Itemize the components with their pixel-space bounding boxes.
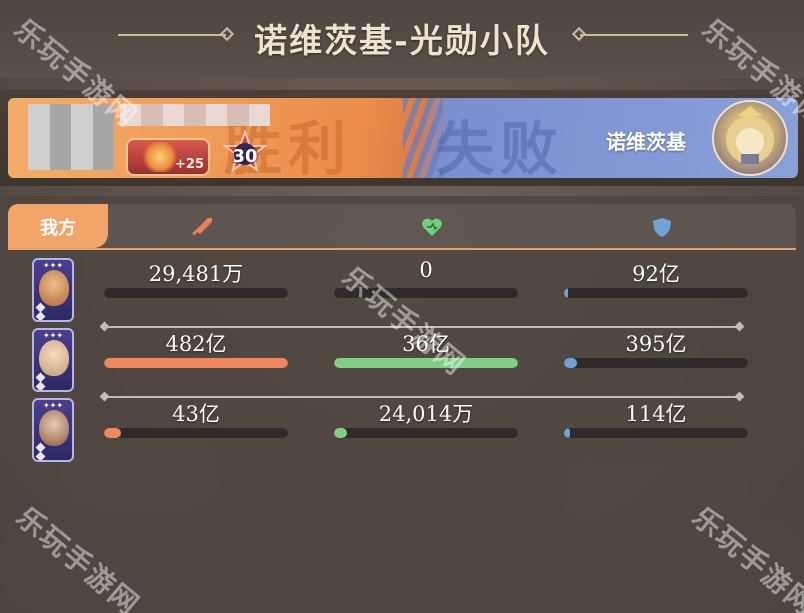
hero-card[interactable]: ✦✦✦ — [32, 258, 74, 322]
title-bar: 诺维茨基-光勋小队 — [0, 0, 804, 78]
tab-my-team-label: 我方 — [40, 218, 76, 239]
hero-portrait — [39, 340, 69, 376]
damage-value: 482亿 — [165, 332, 227, 356]
weapon-level: +25 — [175, 157, 204, 172]
page-title: 诺维茨基-光勋小队 — [254, 21, 550, 60]
lion-portrait-icon — [726, 106, 774, 164]
heal-bar — [334, 428, 518, 438]
hero-row: ✦✦✦ 43亿 24,014万 114亿 — [0, 398, 804, 464]
hero-card[interactable]: ✦✦✦ — [32, 398, 74, 462]
defense-value: 114亿 — [625, 402, 687, 426]
weapon-icon — [140, 142, 180, 172]
hero-card[interactable]: ✦✦✦ — [32, 328, 74, 392]
tabs-underline — [8, 248, 796, 250]
sword-icon[interactable] — [190, 216, 214, 238]
damage-bar-fill — [104, 358, 288, 368]
player-level: 30 — [232, 146, 258, 167]
tab-my-team[interactable]: 我方 — [8, 204, 108, 248]
title-ornament-right — [580, 34, 688, 36]
opponent-name: 诺维茨基 — [606, 130, 686, 154]
hero-stars: ✦✦✦ — [42, 261, 64, 270]
heal-value: 24,014万 — [378, 402, 474, 426]
damage-value: 43亿 — [172, 402, 220, 426]
weapon-badge[interactable]: +25 — [126, 138, 210, 176]
heart-icon[interactable] — [420, 216, 444, 238]
heal-bar-fill — [334, 428, 347, 438]
defense-value: 92亿 — [632, 262, 680, 286]
defense-bar — [564, 428, 748, 438]
stats-panel: 我方 ✦✦✦ 29,481万 0 92亿 ✦✦✦ 482亿 36亿 395亿 ✦… — [0, 196, 804, 613]
hero-stars: ✦✦✦ — [42, 401, 64, 410]
hero-portrait — [39, 410, 69, 446]
shield-icon[interactable] — [650, 216, 674, 238]
damage-bar — [104, 428, 288, 438]
hero-gem-icon — [35, 381, 46, 390]
stats-tabs: 我方 — [8, 204, 796, 250]
hero-gem-icon — [35, 311, 46, 320]
hero-portrait — [39, 270, 69, 306]
hero-gem-icon — [35, 451, 46, 460]
defense-bar-fill — [564, 428, 570, 438]
opponent-avatar[interactable] — [712, 100, 788, 176]
defense-value: 395亿 — [625, 332, 687, 356]
defense-bar-fill — [564, 288, 568, 298]
damage-bar-fill — [104, 428, 121, 438]
defense-bar — [564, 358, 748, 368]
defense-bar — [564, 288, 748, 298]
defense-bar-fill — [564, 358, 577, 368]
level-badge: 30 — [222, 129, 268, 176]
damage-value: 29,481万 — [148, 262, 244, 286]
lose-label: 失败 — [436, 115, 565, 178]
damage-bar — [104, 358, 288, 368]
damage-bar — [104, 288, 288, 298]
hero-stars: ✦✦✦ — [42, 331, 64, 340]
